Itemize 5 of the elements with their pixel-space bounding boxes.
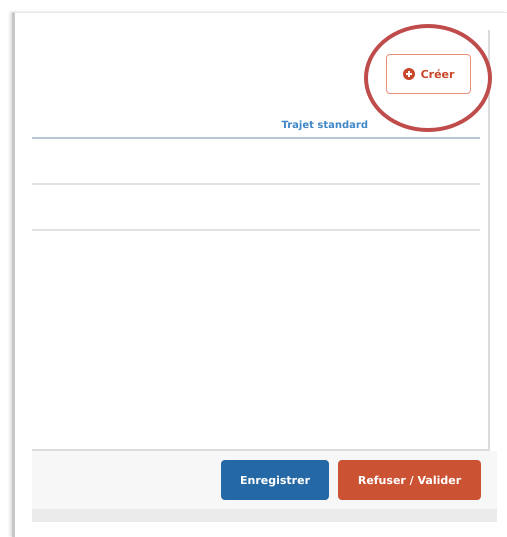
save-button[interactable]: Enregistrer: [221, 460, 329, 500]
create-button[interactable]: Créer: [386, 54, 471, 94]
plus-circle-icon: [402, 68, 415, 80]
column-header: Trajet standard: [282, 120, 368, 131]
submit-button[interactable]: Refuser / Valider: [338, 460, 481, 500]
